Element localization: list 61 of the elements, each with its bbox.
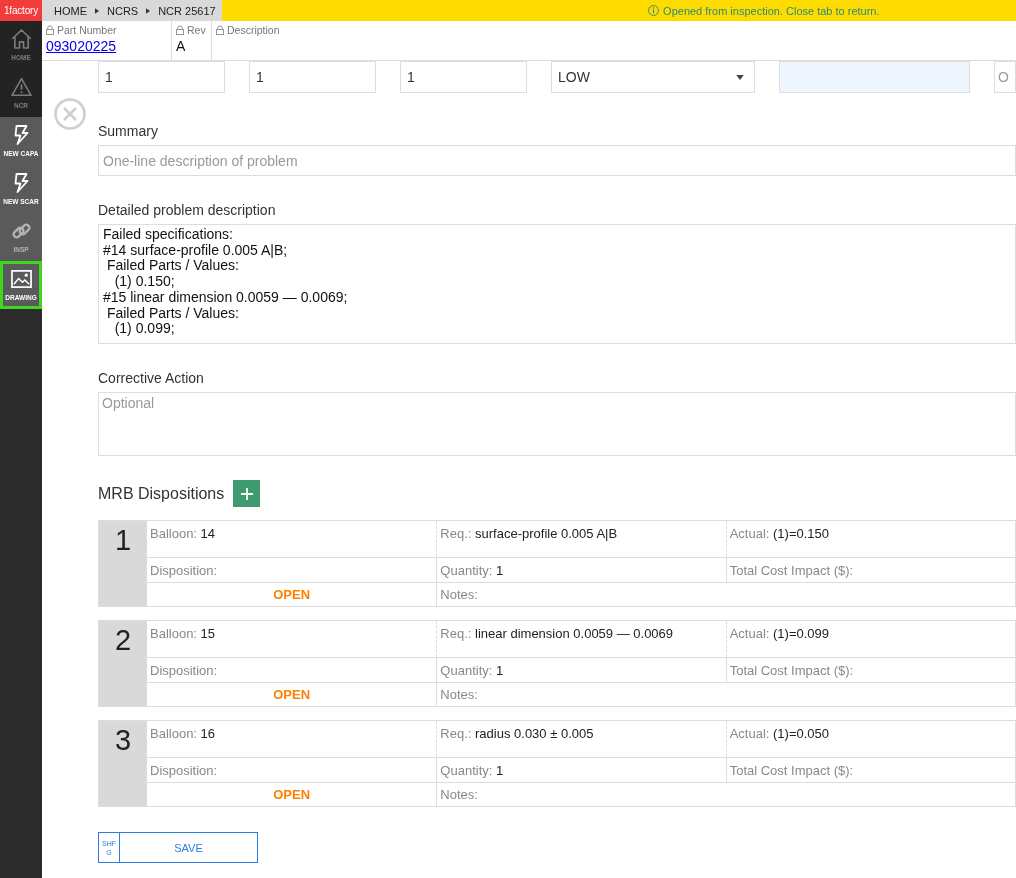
warning-icon bbox=[10, 77, 32, 97]
caret-right-icon bbox=[95, 7, 99, 14]
input-field[interactable] bbox=[779, 61, 970, 93]
table-cell: Actual: (1)=0.150 bbox=[725, 521, 1015, 557]
description-field[interactable]: Failed specifications: #14 surface-profile 0.005 A|B; Failed Parts / Values: (1) 0.150; #15 linear dimension 0.0059 — 0.0069; Failed Parts / Values: (1) 0.099; bbox=[98, 224, 1016, 344]
table-cell: Actual: (1)=0.099 bbox=[725, 621, 1015, 657]
select-field[interactable]: LOW bbox=[551, 61, 755, 93]
input-field[interactable]: O bbox=[994, 61, 1016, 93]
table-cell: Notes: bbox=[436, 782, 1015, 806]
summary-field[interactable]: One-line description of problem bbox=[98, 145, 1016, 176]
table-cell-text: Balloon: 14 bbox=[149, 525, 217, 543]
table-cell: Total Cost Impact ($): bbox=[725, 657, 1015, 682]
table-cell: Actual: (1)=0.050 bbox=[725, 721, 1015, 757]
table-cell: Req.: radius 0.030 ± 0.005 bbox=[436, 721, 726, 757]
table-cell: Disposition: bbox=[147, 657, 437, 682]
dropdown-caret-icon bbox=[736, 74, 744, 80]
table-cell-text: Balloon: 15 bbox=[149, 625, 217, 643]
info-icon bbox=[648, 5, 660, 16]
caret-right-icon bbox=[146, 7, 151, 14]
row-number: 3 bbox=[99, 721, 147, 806]
row-number: 2 bbox=[99, 621, 147, 706]
row-number: 1 bbox=[99, 521, 147, 606]
table-cell: Total Cost Impact ($): bbox=[725, 557, 1015, 582]
field-label: Part Number bbox=[57, 24, 117, 36]
plus-icon bbox=[240, 487, 253, 500]
table-cell: Req.: linear dimension 0.0059 — 0.0069 bbox=[436, 621, 726, 657]
status-cell: OPEN bbox=[147, 782, 437, 806]
breadcrumb-link[interactable]: HOME bbox=[54, 4, 87, 17]
section-heading: MRB Dispositions bbox=[98, 484, 225, 503]
field-label: Description bbox=[227, 24, 280, 36]
corrective-action-field[interactable]: Optional bbox=[98, 392, 1016, 456]
app-logo: 1factory bbox=[0, 0, 42, 21]
table-cell: Notes: bbox=[436, 582, 1015, 606]
table-cell: Notes: bbox=[436, 682, 1015, 706]
add-button[interactable] bbox=[233, 480, 261, 507]
field-label: Rev bbox=[187, 24, 206, 36]
input-field[interactable]: 1 bbox=[98, 61, 225, 93]
status-cell: OPEN bbox=[147, 682, 437, 706]
breadcrumb-link[interactable]: NCR 25617 bbox=[158, 4, 216, 17]
close-icon[interactable] bbox=[54, 98, 86, 130]
table-cell-text: Balloon: 16 bbox=[149, 725, 217, 743]
breadcrumb-link[interactable]: NCRS bbox=[107, 4, 139, 17]
status-cell: OPEN bbox=[147, 582, 437, 606]
field-label: Corrective Action bbox=[98, 370, 205, 387]
input-field[interactable]: 1 bbox=[400, 61, 527, 93]
notice-text: Opened from inspection. Close tab to return. bbox=[663, 4, 880, 17]
table-cell: Quantity: 1 bbox=[436, 557, 726, 582]
part-number-link[interactable]: 093020225 bbox=[46, 38, 117, 54]
field-label: Summary bbox=[98, 123, 159, 140]
image-icon bbox=[10, 269, 32, 289]
table-cell: Req.: surface-profile 0.005 A|B bbox=[436, 521, 726, 557]
field-value: A bbox=[176, 38, 186, 54]
table-cell: Disposition: bbox=[147, 757, 437, 782]
input-field[interactable]: 1 bbox=[249, 61, 376, 93]
home-icon bbox=[10, 29, 32, 49]
table-cell: Quantity: 1 bbox=[436, 757, 726, 782]
table-cell: Total Cost Impact ($): bbox=[725, 757, 1015, 782]
field-label: Detailed problem description bbox=[98, 202, 277, 219]
link-icon bbox=[10, 221, 32, 241]
table-cell: Quantity: 1 bbox=[436, 657, 726, 682]
table-cell: Disposition: bbox=[147, 557, 437, 582]
